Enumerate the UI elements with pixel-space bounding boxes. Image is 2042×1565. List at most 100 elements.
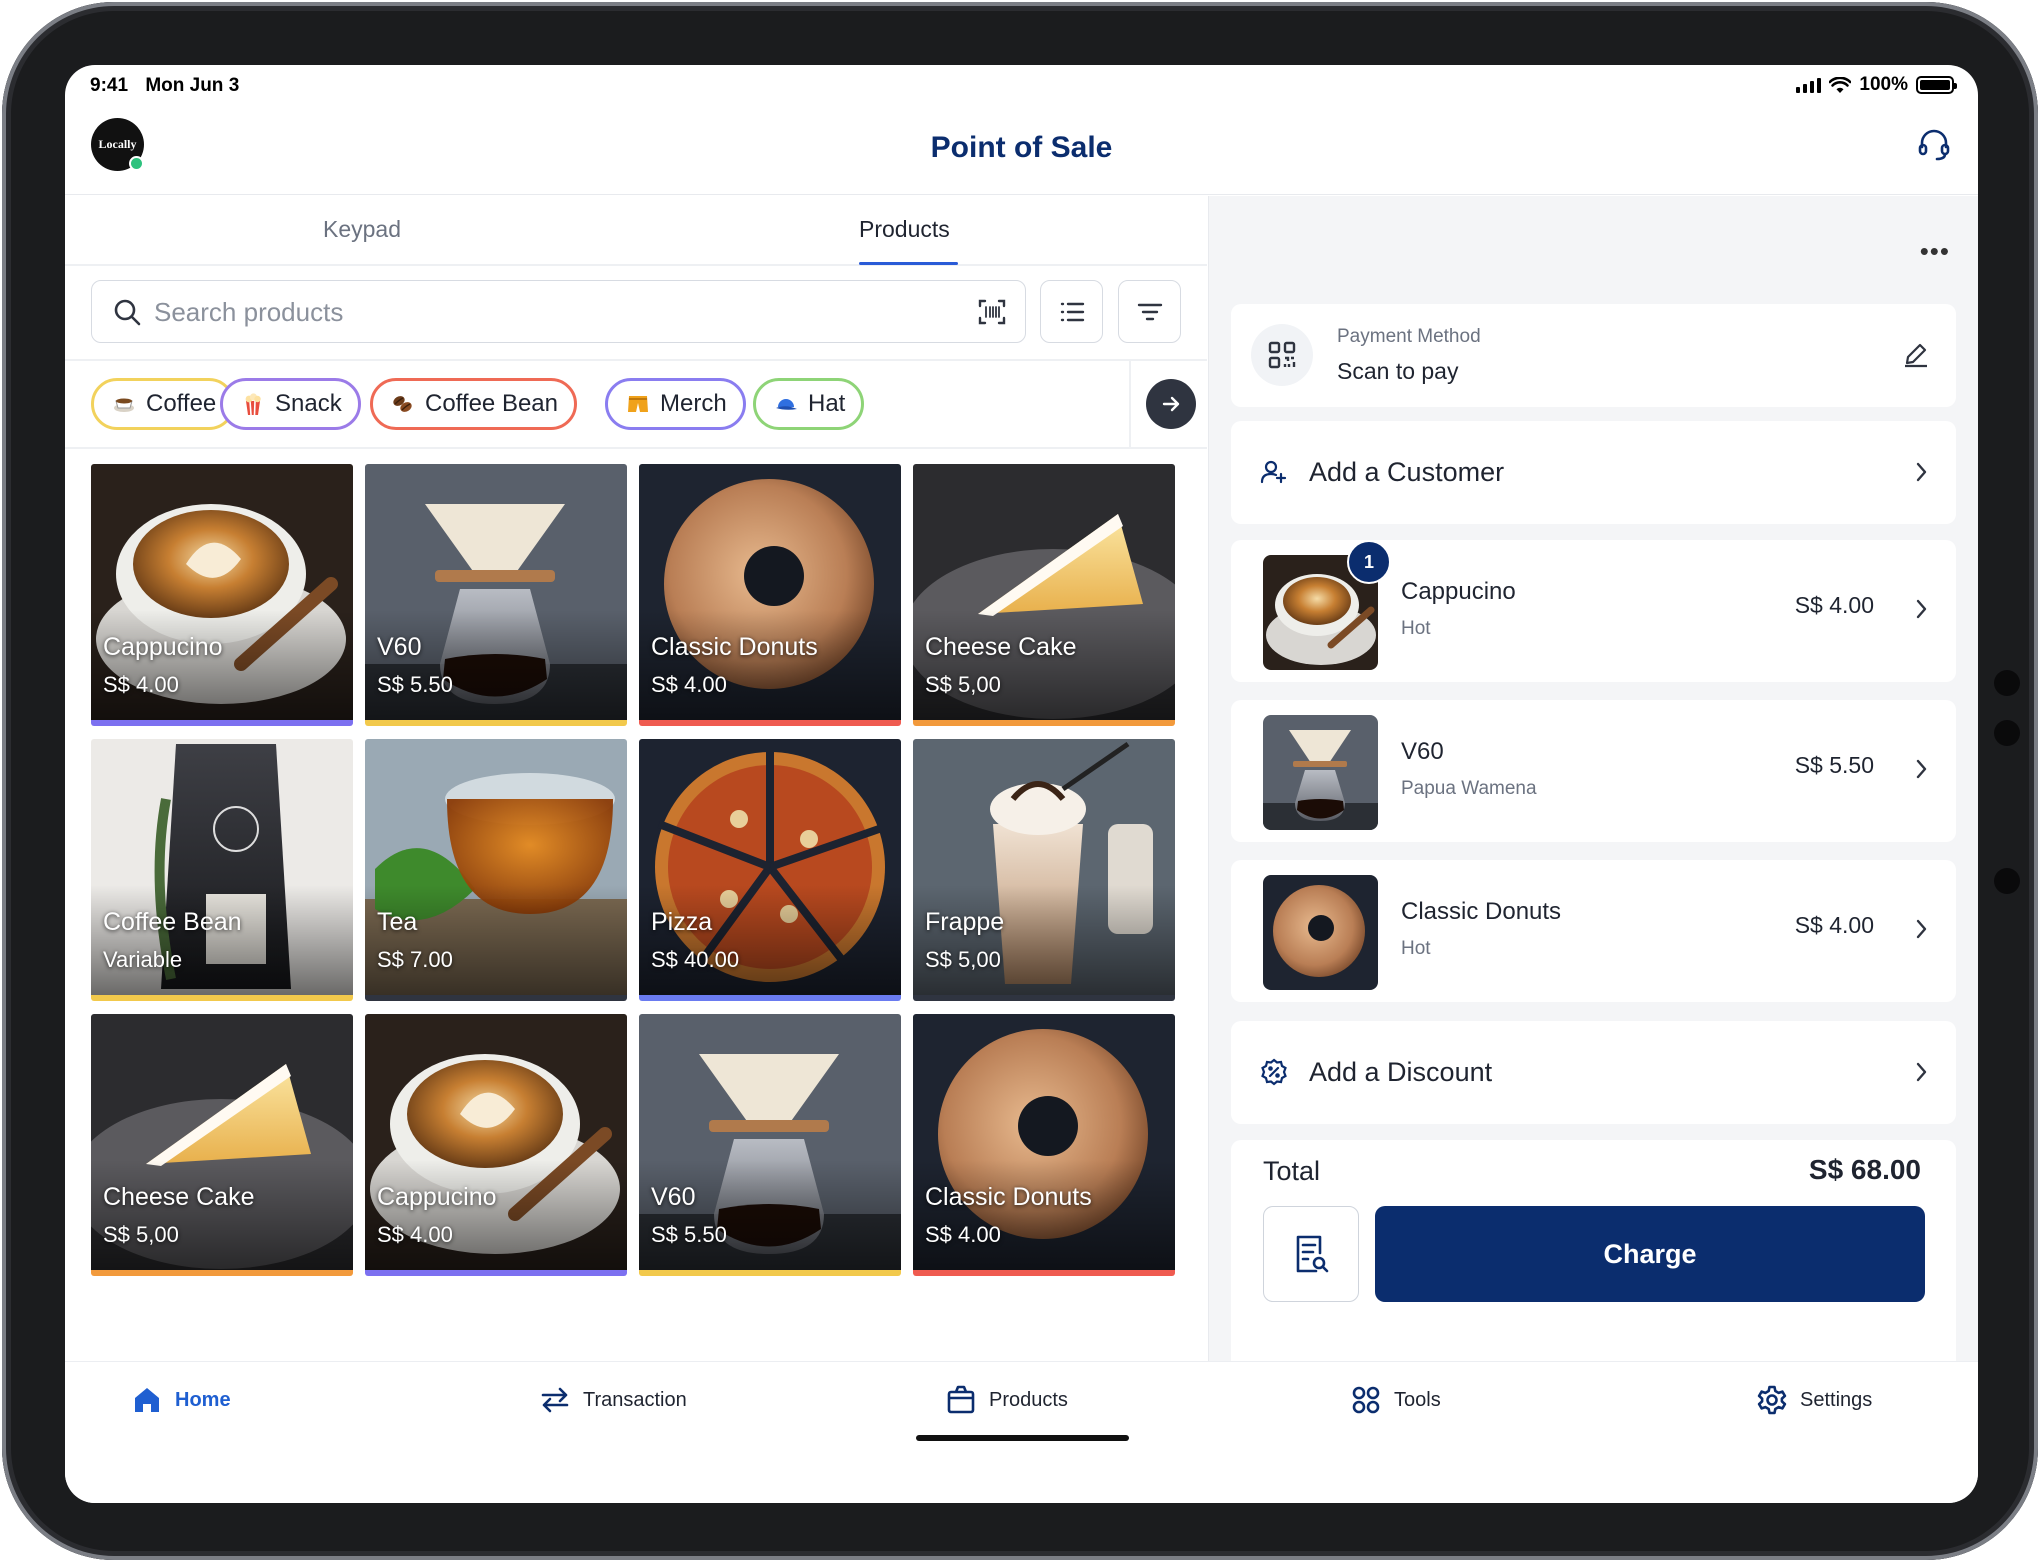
product-name: Classic Donuts <box>925 1183 1092 1211</box>
chip-label: Merch <box>660 390 727 417</box>
home-indicator <box>916 1435 1129 1441</box>
category-color-bar <box>365 1270 627 1276</box>
cart-item[interactable]: 1 Cappucino Hot S$ 4.00 <box>1231 540 1956 682</box>
charge-button[interactable]: Charge <box>1375 1206 1925 1302</box>
payment-method-label: Payment Method <box>1337 326 1481 347</box>
product-card[interactable]: Cappucino S$ 4.00 <box>365 1014 627 1276</box>
chip-label: Hat <box>808 390 846 417</box>
total-amount: S$ 68.00 <box>1808 1154 1921 1185</box>
page-title: Point of Sale <box>930 131 1113 164</box>
nav-label: Settings <box>1800 1388 1873 1411</box>
category-chips: Coffee Snack Coffee Bean Merch Hat <box>65 359 1207 449</box>
product-price: S$ 5.50 <box>651 1222 727 1247</box>
product-price: Variable <box>103 947 183 972</box>
list-icon <box>1060 302 1084 321</box>
chevron-right-icon <box>1916 462 1927 482</box>
more-options-icon[interactable]: ••• <box>1920 236 1950 267</box>
arrow-right-icon <box>1162 396 1180 412</box>
nav-settings[interactable]: Settings <box>1756 1384 1872 1416</box>
chip-scroll-area <box>1129 361 1207 447</box>
product-card[interactable]: Cheese Cake S$ 5,00 <box>91 1014 353 1276</box>
product-name: Pizza <box>651 908 713 936</box>
card-shade <box>365 885 627 995</box>
nav-home[interactable]: Home <box>131 1384 231 1416</box>
nav-products[interactable]: Products <box>945 1384 1068 1416</box>
nav-label: Transaction <box>583 1388 687 1411</box>
screen: 9:41 Mon Jun 3 100% Locally Point of Sal… <box>65 65 1978 1503</box>
product-card[interactable]: Coffee Bean Variable <box>91 739 353 1001</box>
qr-code-icon <box>1251 324 1313 386</box>
cart-item-price: S$ 5.50 <box>1794 752 1874 778</box>
product-card[interactable]: Frappe S$ 5,00 <box>913 739 1175 1001</box>
product-card[interactable]: Tea S$ 7.00 <box>365 739 627 1001</box>
chip-hat[interactable]: Hat <box>753 378 865 430</box>
add-customer-button[interactable]: Add a Customer <box>1231 421 1956 524</box>
bottom-navigation: Home Transaction Products Tools Settings <box>65 1361 1978 1503</box>
chip-snack[interactable]: Snack <box>220 378 361 430</box>
barcode-scan-icon[interactable] <box>977 297 1007 327</box>
add-discount-button[interactable]: Add a Discount <box>1231 1021 1956 1124</box>
chip-coffee-bean[interactable]: Coffee Bean <box>370 378 577 430</box>
card-shade <box>913 1160 1175 1270</box>
payment-method-value: Scan to pay <box>1337 358 1459 384</box>
chip-merch[interactable]: Merch <box>605 378 746 430</box>
product-name: Frappe <box>925 908 1005 936</box>
product-card[interactable]: Classic Donuts S$ 4.00 <box>639 464 901 726</box>
product-card[interactable]: V60 S$ 5.50 <box>639 1014 901 1276</box>
filter-button[interactable] <box>1118 280 1181 343</box>
product-card[interactable]: Cappucino S$ 4.00 <box>91 464 353 726</box>
product-card[interactable]: Classic Donuts S$ 4.00 <box>913 1014 1175 1276</box>
active-tab-indicator <box>859 262 958 265</box>
search-icon <box>114 299 141 326</box>
product-name: Tea <box>377 908 418 936</box>
chevron-right-icon <box>1916 1062 1927 1082</box>
category-color-bar <box>639 720 901 726</box>
tab-products[interactable]: Products <box>859 216 950 243</box>
product-price: S$ 4.00 <box>651 672 727 697</box>
cart-item[interactable]: Classic Donuts Hot S$ 4.00 <box>1231 860 1956 1002</box>
product-price: S$ 4.00 <box>103 672 179 697</box>
status-date: Mon Jun 3 <box>145 75 240 96</box>
headset-icon[interactable] <box>1916 127 1952 163</box>
status-bar: 9:41 Mon Jun 3 100% <box>65 65 1978 105</box>
donut-thumb <box>1263 875 1378 990</box>
category-color-bar <box>365 720 627 726</box>
product-card[interactable]: V60 S$ 5.50 <box>365 464 627 726</box>
product-name: Cheese Cake <box>925 633 1077 661</box>
shorts-icon <box>628 396 648 412</box>
chip-coffee[interactable]: Coffee <box>91 378 236 430</box>
list-view-button[interactable] <box>1040 280 1103 343</box>
product-name: Coffee Bean <box>103 908 242 936</box>
card-shade <box>639 1160 901 1270</box>
categories-next-button[interactable] <box>1146 379 1196 429</box>
nav-tools[interactable]: Tools <box>1350 1384 1441 1416</box>
wifi-icon <box>1829 76 1852 93</box>
product-name: Cappucino <box>103 633 223 661</box>
payment-method-card[interactable]: Payment Method Scan to pay <box>1231 304 1956 407</box>
app-header: Locally Point of Sale <box>65 105 1978 195</box>
category-color-bar <box>639 1270 901 1276</box>
card-shade <box>913 885 1175 995</box>
search-input[interactable] <box>154 295 934 329</box>
category-color-bar <box>365 995 627 1001</box>
discount-badge-icon <box>1261 1058 1287 1086</box>
cart-item-variant: Hot <box>1401 938 1431 959</box>
nav-transaction[interactable]: Transaction <box>539 1384 687 1416</box>
add-customer-label: Add a Customer <box>1309 457 1505 487</box>
quantity-badge: 1 <box>1347 540 1391 584</box>
receipt-search-icon <box>1296 1235 1329 1273</box>
cart-item-price: S$ 4.00 <box>1794 912 1874 938</box>
category-color-bar <box>91 720 353 726</box>
product-card[interactable]: Pizza S$ 40.00 <box>639 739 901 1001</box>
cart-item[interactable]: V60 Papua Wamena S$ 5.50 <box>1231 700 1956 842</box>
chevron-right-icon <box>1916 599 1927 619</box>
cart-item-variant: Papua Wamena <box>1401 778 1537 799</box>
product-name: Cheese Cake <box>103 1183 255 1211</box>
edit-pencil-icon[interactable] <box>1902 340 1930 368</box>
receipt-button[interactable] <box>1263 1206 1359 1302</box>
products-panel: Keypad Products Coffee <box>65 196 1207 1361</box>
tab-keypad[interactable]: Keypad <box>323 216 401 243</box>
cart-item-name: V60 <box>1401 738 1444 765</box>
product-card[interactable]: Cheese Cake S$ 5,00 <box>913 464 1175 726</box>
product-name: Cappucino <box>377 1183 497 1211</box>
